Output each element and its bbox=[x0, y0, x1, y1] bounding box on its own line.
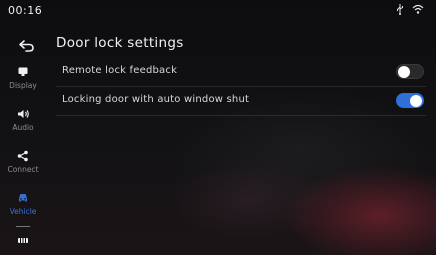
status-bar: 00:16 bbox=[0, 0, 436, 20]
setting-label: Remote lock feedback bbox=[62, 65, 178, 76]
active-indicator bbox=[16, 226, 30, 227]
toggle-knob bbox=[398, 65, 410, 78]
back-arrow-icon[interactable] bbox=[18, 38, 36, 54]
car-icon bbox=[19, 194, 27, 202]
speaker-icon bbox=[18, 110, 29, 118]
display-icon bbox=[18, 67, 28, 76]
sidebar-item-label: Audio bbox=[12, 123, 34, 132]
setting-row-remote-lock-feedback[interactable]: Remote lock feedback bbox=[56, 58, 426, 86]
more-icon bbox=[18, 238, 28, 243]
status-icons bbox=[396, 4, 424, 15]
page-title: Door lock settings bbox=[56, 35, 184, 51]
usb-icon bbox=[397, 4, 403, 15]
wifi-icon bbox=[412, 4, 424, 14]
setting-label: Locking door with auto window shut bbox=[62, 94, 250, 105]
sidebar-item-vehicle[interactable]: Vehicle bbox=[0, 192, 46, 216]
sidebar-item-label: Display bbox=[9, 81, 37, 90]
sidebar: Display Audio Connect Vehicle bbox=[0, 24, 46, 255]
toggle-knob bbox=[410, 94, 422, 107]
remote-lock-feedback-toggle[interactable] bbox=[396, 64, 424, 79]
sidebar-item-label: Connect bbox=[7, 165, 39, 174]
sidebar-item-audio[interactable]: Audio bbox=[0, 108, 46, 132]
sidebar-item-more[interactable] bbox=[0, 234, 46, 246]
auto-window-shut-toggle[interactable] bbox=[396, 93, 424, 108]
screen-background: 00:16 Display Audio Connect Vehicle Door… bbox=[0, 0, 436, 255]
setting-row-auto-window-shut[interactable]: Locking door with auto window shut bbox=[56, 86, 426, 116]
clock: 00:16 bbox=[8, 4, 43, 17]
sidebar-item-label: Vehicle bbox=[9, 207, 37, 216]
share-icon bbox=[17, 150, 28, 162]
sidebar-item-connect[interactable]: Connect bbox=[0, 150, 46, 174]
sidebar-item-display[interactable]: Display bbox=[0, 66, 46, 90]
